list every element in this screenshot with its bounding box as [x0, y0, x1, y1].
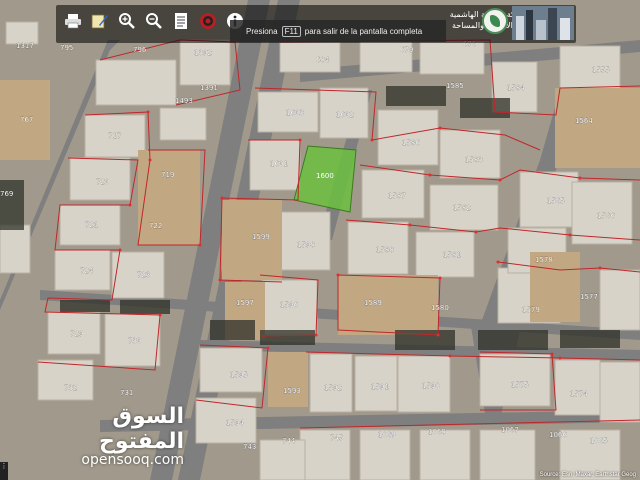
ministry-emblem-icon	[482, 8, 508, 34]
parcel-label: 721	[85, 221, 98, 229]
parcel-label: 1578	[535, 256, 553, 264]
parcel-label: 722	[149, 222, 162, 230]
parcel-label: 732	[64, 384, 77, 392]
parcel-label: 1594	[226, 419, 244, 427]
city-skyline-icon	[512, 6, 574, 40]
parcel-label: 724	[80, 267, 94, 275]
parcel-label: 731	[120, 389, 133, 397]
parcel-label: 723	[137, 271, 150, 279]
parcel-label: 1601	[270, 160, 288, 168]
parcel-label: 1577	[580, 293, 598, 301]
parcel-label: 679	[400, 46, 413, 54]
parcel-label: 1564	[575, 117, 593, 125]
target-icon[interactable]	[197, 10, 219, 32]
parcel-label: 769	[0, 190, 13, 198]
zoom-out-icon[interactable]	[143, 10, 165, 32]
parcel-label: 1574	[570, 390, 588, 398]
parcel-label: 684	[316, 56, 330, 64]
parcel-label: 1591	[371, 383, 389, 391]
parcel-label: 744	[282, 437, 296, 445]
parcel-label: 1391	[200, 84, 218, 92]
parcel-label: 1597	[236, 299, 254, 307]
parcel-label: 1582	[453, 204, 471, 212]
parcel-label: 729	[70, 330, 83, 338]
parcel-label: 1566	[597, 212, 615, 220]
parcel-label: 1575	[511, 381, 529, 389]
parcel-label: 1392	[194, 49, 212, 57]
parcel-label: 1069	[378, 431, 396, 439]
parcel-label: 1583	[465, 156, 483, 164]
parcel-label: 1067	[501, 426, 519, 434]
parcel-label: 1066	[549, 431, 567, 439]
parcel-label: 717	[108, 132, 121, 140]
parcel-label: 1602	[336, 111, 354, 119]
scroll-handle[interactable]: ⋮	[0, 462, 8, 480]
parcel-label: 1579	[522, 306, 540, 314]
parcel-label: 1596	[280, 301, 298, 309]
parcel-label: 1592	[324, 384, 342, 392]
opensooq-watermark: السوق المفتوح opensooq.com	[24, 404, 184, 468]
zoom-in-icon[interactable]	[116, 10, 138, 32]
parcel-label: 730	[128, 337, 141, 345]
parcel-label: 1565	[547, 197, 565, 205]
parcel-label: 1580	[431, 304, 449, 312]
parcel-label: 1586	[402, 139, 420, 147]
parcel-label: 1593	[283, 387, 301, 395]
parcel-label: 796	[133, 46, 147, 54]
parcel-label: 743	[243, 443, 256, 451]
parcel-label: 1585	[446, 82, 464, 90]
parcel-label: 720	[96, 178, 109, 186]
parcel-label: 767	[20, 116, 33, 124]
parcel-label: 1317	[16, 42, 34, 50]
parcel-label: 795	[60, 44, 73, 52]
parcel-label: 1065	[590, 437, 608, 445]
parcel-label: 1587	[388, 192, 406, 200]
fullscreen-notice-suffix: para salir de la pantalla completa	[304, 26, 423, 36]
parcel-label: 1590	[422, 382, 440, 390]
parcel-label: 1588	[376, 246, 394, 254]
parcel-label: 1068	[428, 428, 446, 436]
draw-icon[interactable]	[89, 10, 111, 32]
parcel-label: 719	[161, 171, 174, 179]
parcel-label: 1589	[364, 299, 382, 307]
parcel-label: 1603	[286, 109, 304, 117]
watermark-arabic: السوق المفتوح	[98, 404, 184, 454]
map-attribution: Source: Esri, Maxar, Earthstar Geog	[539, 472, 636, 478]
fullscreen-notice: Presiona F11 para salir de la pantalla c…	[230, 20, 446, 42]
document-icon[interactable]	[170, 10, 192, 32]
fullscreen-notice-prefix: Presiona	[246, 26, 278, 36]
parcel-label: 1555	[592, 66, 610, 74]
parcel-label: 1584	[507, 84, 525, 92]
parcel-label: 1493	[175, 97, 193, 105]
parcel-label: 745	[330, 434, 343, 442]
printer-icon[interactable]	[62, 10, 84, 32]
watermark-latin: opensooq.com	[81, 452, 184, 468]
f11-key: F11	[281, 25, 301, 37]
parcel-label: 1598	[297, 241, 315, 249]
selected-parcel-label: 1600	[316, 172, 334, 180]
parcel-label: 1599	[252, 233, 270, 241]
parcel-label: 1581	[443, 251, 461, 259]
parcel-label: 1595	[230, 371, 248, 379]
